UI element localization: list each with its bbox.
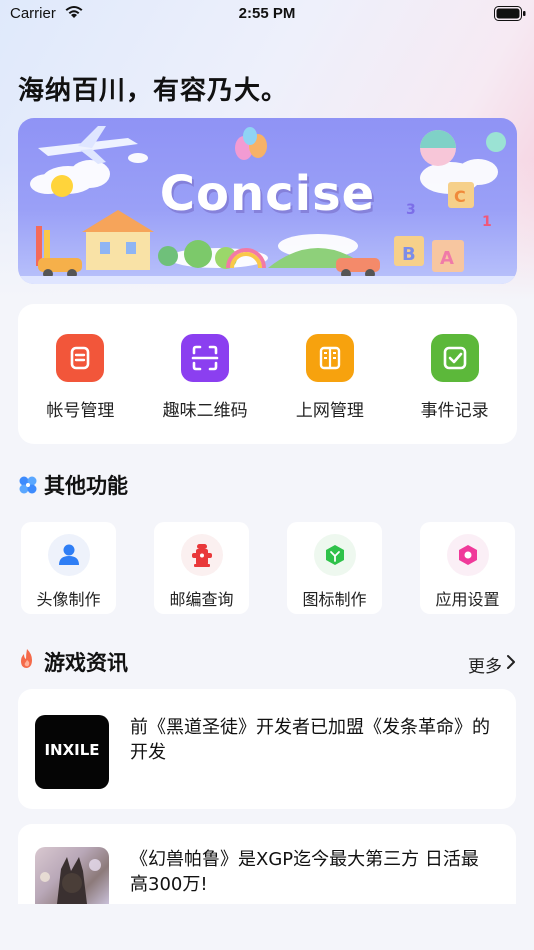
more-label: 更多: [468, 657, 502, 677]
function-label: 邮编查询: [169, 590, 234, 609]
news-thumbnail: [35, 847, 109, 904]
function-label: 头像制作: [36, 590, 101, 609]
icon-maker-button[interactable]: 图标制作: [287, 522, 382, 614]
server-icon: [305, 334, 354, 382]
app-settings-button[interactable]: 应用设置: [420, 522, 515, 614]
document-icon: [56, 334, 105, 382]
function-label: 应用设置: [435, 590, 500, 609]
scan-icon: [181, 334, 230, 382]
avatar-maker-button[interactable]: 头像制作: [21, 522, 116, 614]
fun-qrcode-button[interactable]: 趣味二维码: [150, 334, 260, 421]
user-icon: [47, 534, 90, 576]
flame-icon: [18, 648, 36, 674]
svg-text:B: B: [402, 244, 416, 265]
event-log-button[interactable]: 事件记录: [400, 334, 510, 421]
quick-action-label: 帐号管理: [46, 401, 115, 421]
quick-actions-card: 帐号管理 趣味二维码 上网管理 事件记录: [18, 304, 517, 444]
news-title: 前《黑道圣徒》开发者已加盟《发条革命》的开发: [130, 717, 490, 763]
network-management-button[interactable]: 上网管理: [275, 334, 385, 421]
banner-title: Concise: [159, 166, 376, 222]
quick-action-label: 趣味二维码: [162, 401, 248, 421]
battery-icon: [494, 6, 526, 26]
news-thumbnail: INXILE: [35, 715, 109, 789]
hydrant-icon: [180, 534, 223, 576]
status-bar: Carrier 2:55 PM: [0, 0, 534, 30]
fan-icon: [18, 475, 38, 499]
function-label: 图标制作: [302, 590, 367, 609]
banner-carousel[interactable]: B A C 3 1 Concise: [18, 118, 517, 284]
cube-icon: [313, 534, 356, 576]
other-functions-title: 其他功能: [44, 474, 128, 498]
quick-action-label: 上网管理: [295, 401, 364, 421]
status-time: 2:55 PM: [238, 5, 296, 22]
svg-text:A: A: [440, 248, 454, 269]
chevron-right-icon: [506, 654, 516, 675]
checkbox-icon: [430, 334, 479, 382]
postcode-lookup-button[interactable]: 邮编查询: [154, 522, 249, 614]
news-title: 《幻兽帕鲁》是XGP迄今最大第三方 日活最高300万!: [130, 849, 479, 895]
page-headline: 海纳百川，有容乃大。: [18, 76, 289, 106]
game-news-title: 游戏资讯: [44, 651, 128, 675]
more-news-link[interactable]: 更多: [468, 652, 516, 677]
thumbnail-logo-text: INXILE: [44, 741, 100, 759]
news-item[interactable]: 《幻兽帕鲁》是XGP迄今最大第三方 日活最高300万!: [18, 824, 516, 904]
news-item[interactable]: INXILE 前《黑道圣徒》开发者已加盟《发条革命》的开发: [18, 689, 516, 809]
quick-action-label: 事件记录: [420, 401, 489, 421]
account-management-button[interactable]: 帐号管理: [25, 334, 135, 421]
settings-hexagon-icon: [446, 534, 489, 576]
